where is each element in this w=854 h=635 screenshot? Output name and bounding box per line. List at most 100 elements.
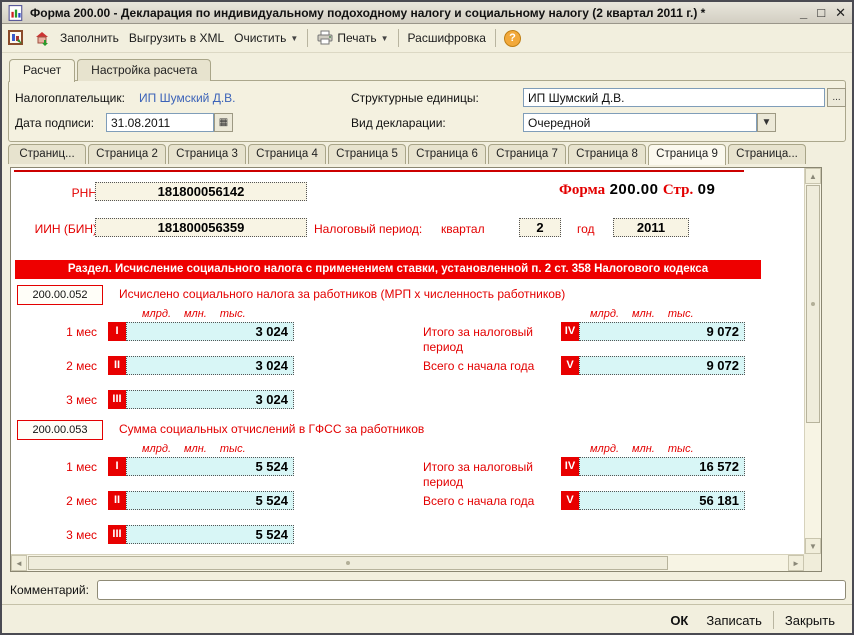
period-total-field[interactable]: 9 072 [579, 322, 745, 341]
print-button[interactable]: Печать▼ [316, 28, 389, 48]
form-number-title: Форма 200.00 Стр. 09 [559, 181, 715, 199]
year-total-field[interactable]: 56 181 [579, 491, 745, 510]
close-form-button[interactable]: Закрыть [776, 610, 844, 631]
section-code: 200.00.053 [17, 420, 103, 440]
minimize-button[interactable]: _ [800, 6, 807, 19]
printer-icon [317, 30, 333, 46]
fill-button-label: Заполнить [60, 31, 119, 45]
page-tab-7[interactable]: Страница 7 [488, 144, 566, 164]
refresh-button[interactable] [33, 28, 51, 48]
scroll-right-icon[interactable]: ► [788, 555, 804, 571]
structural-units-more-button[interactable]: ... [827, 88, 846, 107]
units-ths: тыс. [668, 308, 694, 320]
quarter-field[interactable]: 2 [519, 218, 561, 237]
page-tab-5[interactable]: Страница 5 [328, 144, 406, 164]
section-title: Исчислено социального налога за работник… [119, 287, 565, 301]
month-3-field[interactable]: 5 524 [126, 525, 294, 544]
chevron-down-icon: ▼ [381, 34, 389, 43]
header-panel: Налогоплательщик: ИП Шумский Д.В. Структ… [8, 80, 846, 142]
units-mln: млн. [632, 443, 655, 455]
structural-units-input[interactable] [523, 88, 825, 107]
form-area: РНН 181800056142 Форма 200.00 Стр. 09 ИИ… [10, 167, 822, 572]
units-bln: млрд. [590, 308, 619, 320]
horizontal-scrollbar[interactable]: ◄ ► [11, 554, 804, 571]
sign-date-input[interactable] [106, 113, 214, 132]
page-tab-3[interactable]: Страница 3 [168, 144, 246, 164]
toolbar-separator [495, 29, 496, 47]
month-1-field[interactable]: 5 524 [126, 457, 294, 476]
page-tab-2[interactable]: Страница 2 [88, 144, 166, 164]
form-word: Форма [559, 182, 605, 198]
roman-box-ii: II [108, 491, 126, 510]
scroll-up-icon[interactable]: ▲ [805, 168, 821, 184]
title-bar: Форма 200.00 - Декларация по индивидуаль… [2, 2, 852, 24]
close-button[interactable]: ✕ [835, 6, 846, 19]
month-1-field[interactable]: 3 024 [126, 322, 294, 341]
page-tab-9[interactable]: Страница 9 [648, 144, 726, 165]
year-total-field[interactable]: 9 072 [579, 356, 745, 375]
units-bln: млрд. [142, 443, 171, 455]
roman-box-v: V [561, 356, 579, 375]
scroll-left-icon[interactable]: ◄ [11, 555, 27, 571]
dropdown-arrow-icon[interactable]: ▼ [757, 113, 776, 132]
vertical-scroll-thumb[interactable] [806, 185, 820, 423]
horizontal-scroll-thumb[interactable] [28, 556, 668, 570]
structural-units-label: Структурные единицы: [351, 91, 479, 105]
maximize-button[interactable]: □ [817, 6, 825, 19]
units-ths: тыс. [220, 308, 246, 320]
roman-box-i: I [108, 457, 126, 476]
rnn-field[interactable]: 181800056142 [95, 182, 307, 201]
sign-date-label: Дата подписи: [15, 116, 94, 130]
decode-button[interactable]: Расшифровка [407, 29, 487, 47]
form-number: 200.00 [610, 181, 659, 198]
page-tab-4[interactable]: Страница 4 [248, 144, 326, 164]
page-tab-10[interactable]: Страница... [728, 144, 806, 164]
roman-box-iv: IV [561, 322, 579, 341]
report-icon [8, 30, 24, 46]
month-3-label: 3 мес [37, 528, 97, 542]
clear-button[interactable]: Очистить▼ [233, 29, 299, 47]
export-xml-button[interactable]: Выгрузить в XML [128, 29, 225, 47]
month-1-label: 1 мес [37, 460, 97, 474]
report-button[interactable] [7, 28, 25, 48]
month-2-field[interactable]: 3 024 [126, 356, 294, 375]
section-200-00-052: 200.00.052 Исчислено социального налога … [11, 285, 804, 425]
ok-button[interactable]: ОК [661, 610, 697, 631]
declaration-type-select[interactable] [523, 113, 757, 132]
declaration-type-label: Вид декларации: [351, 116, 446, 130]
quarter-label: квартал [441, 222, 485, 236]
roman-box-i: I [108, 322, 126, 341]
tab-calculation[interactable]: Расчет [9, 59, 75, 82]
scroll-down-icon[interactable]: ▼ [805, 538, 821, 554]
tab-calculation-settings[interactable]: Настройка расчета [77, 59, 211, 81]
taxpayer-link[interactable]: ИП Шумский Д.В. [139, 91, 236, 105]
main-tabs: Расчет Настройка расчета [9, 59, 211, 81]
button-separator [773, 611, 774, 629]
page-word: Стр. [663, 182, 693, 198]
calendar-icon[interactable]: ▦ [214, 113, 233, 132]
page-tab-1[interactable]: Страниц... [8, 144, 86, 164]
vertical-scrollbar[interactable]: ▲ ▼ [804, 168, 821, 554]
page-number: 09 [698, 181, 716, 198]
save-button[interactable]: Записать [697, 610, 771, 631]
window-icon [8, 5, 24, 21]
export-xml-label: Выгрузить в XML [129, 31, 224, 45]
fill-button[interactable]: Заполнить [59, 29, 120, 47]
year-total-label: Всего с начала года [423, 494, 551, 509]
help-icon[interactable]: ? [504, 30, 521, 47]
window-title: Форма 200.00 - Декларация по индивидуаль… [30, 6, 794, 20]
section-200-00-053: 200.00.053 Сумма социальных отчислений в… [11, 420, 804, 554]
page-tab-8[interactable]: Страница 8 [568, 144, 646, 164]
units-mln: млн. [184, 443, 207, 455]
chevron-down-icon: ▼ [290, 34, 298, 43]
page-tab-6[interactable]: Страница 6 [408, 144, 486, 164]
month-3-field[interactable]: 3 024 [126, 390, 294, 409]
period-total-field[interactable]: 16 572 [579, 457, 745, 476]
iin-field[interactable]: 181800056359 [95, 218, 307, 237]
period-total-label: Итого за налоговый период [423, 325, 551, 355]
month-1-label: 1 мес [37, 325, 97, 339]
units-header-left: млрд.млн.тыс. [142, 443, 246, 455]
comment-input[interactable] [97, 580, 846, 600]
month-2-field[interactable]: 5 524 [126, 491, 294, 510]
year-field[interactable]: 2011 [613, 218, 689, 237]
